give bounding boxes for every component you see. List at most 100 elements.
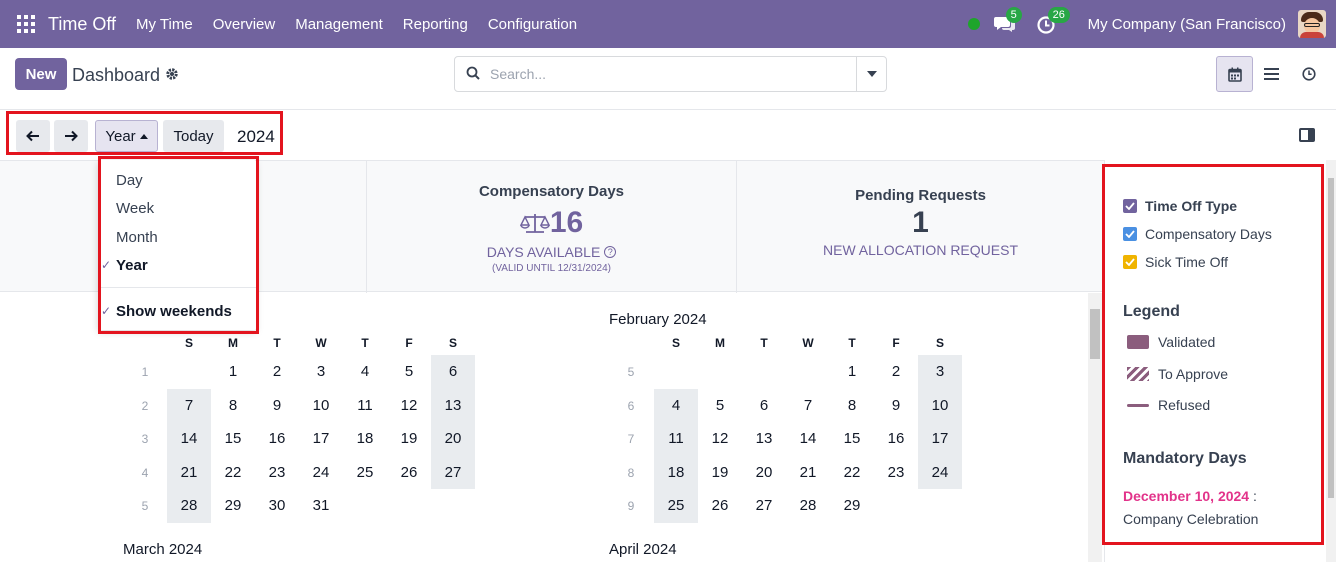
- calendar-view-button[interactable]: [1216, 56, 1253, 92]
- weekday-header: T: [848, 336, 856, 350]
- calendar-day[interactable]: 21: [786, 464, 830, 481]
- help-icon[interactable]: ?: [604, 246, 617, 258]
- menu-my-time[interactable]: My Time: [136, 16, 193, 33]
- calendar-day[interactable]: 23: [255, 464, 299, 481]
- calendar-day[interactable]: 1: [830, 363, 874, 380]
- calendar-day[interactable]: 6: [431, 363, 475, 380]
- activities-count-badge: 26: [1047, 7, 1070, 23]
- calendar-day[interactable]: 10: [299, 397, 343, 414]
- calendar-day[interactable]: 14: [786, 430, 830, 447]
- gear-icon[interactable]: [165, 65, 179, 86]
- calendar-day[interactable]: 3: [299, 363, 343, 380]
- calendar-day[interactable]: 12: [698, 430, 742, 447]
- calendar-day[interactable]: 28: [167, 497, 211, 514]
- menu-configuration[interactable]: Configuration: [488, 16, 577, 33]
- calendar-day[interactable]: 16: [255, 430, 299, 447]
- search-options-toggle[interactable]: [856, 57, 886, 91]
- calendar-day[interactable]: 11: [343, 397, 387, 414]
- calendar-day[interactable]: 30: [255, 497, 299, 514]
- calendar-day[interactable]: 5: [698, 397, 742, 414]
- calendar-day[interactable]: 26: [698, 497, 742, 514]
- new-button[interactable]: New: [15, 58, 67, 90]
- week-number: 5: [141, 499, 149, 513]
- calendar-day[interactable]: 6: [742, 397, 786, 414]
- calendar-day[interactable]: 7: [786, 397, 830, 414]
- list-icon: [1264, 68, 1279, 80]
- calendar-day[interactable]: 11: [654, 430, 698, 447]
- sidebar-scrollbar[interactable]: [1326, 160, 1336, 562]
- calendar-day[interactable]: 26: [387, 464, 431, 481]
- calendar-day[interactable]: 24: [918, 464, 962, 481]
- card-value: 16: [549, 206, 584, 239]
- calendar-day[interactable]: 5: [387, 363, 431, 380]
- control-panel: New Dashboard: [0, 48, 1336, 110]
- card-validity: (VALID UNTIL 12/31/2024): [492, 263, 611, 274]
- week-number: 7: [627, 432, 635, 446]
- pending-requests-card[interactable]: Pending Requests 1 NEW ALLOCATION REQUES…: [736, 161, 1104, 293]
- calendar-day[interactable]: 22: [830, 464, 874, 481]
- calendar-day[interactable]: 17: [299, 430, 343, 447]
- calendar-day[interactable]: 22: [211, 464, 255, 481]
- calendar-day[interactable]: 27: [431, 464, 475, 481]
- calendar-day[interactable]: 9: [874, 397, 918, 414]
- list-view-button[interactable]: [1253, 56, 1290, 92]
- apps-menu-icon[interactable]: [17, 15, 35, 33]
- calendar-day[interactable]: 3: [918, 363, 962, 380]
- messages-count-badge: 5: [1005, 7, 1022, 23]
- company-switcher[interactable]: My Company (San Francisco): [1088, 16, 1286, 33]
- calendar-day[interactable]: 19: [698, 464, 742, 481]
- menu-reporting[interactable]: Reporting: [403, 16, 468, 33]
- month-title: February 2024: [609, 311, 707, 328]
- calendar-day[interactable]: 17: [918, 430, 962, 447]
- calendar-day[interactable]: 29: [830, 497, 874, 514]
- app-name[interactable]: Time Off: [48, 14, 116, 35]
- calendar-day[interactable]: 15: [211, 430, 255, 447]
- calendar-day[interactable]: 4: [343, 363, 387, 380]
- calendar-day[interactable]: 13: [742, 430, 786, 447]
- calendar-day[interactable]: 16: [874, 430, 918, 447]
- calendar-day[interactable]: 24: [299, 464, 343, 481]
- calendar-day[interactable]: 29: [211, 497, 255, 514]
- weekday-header: F: [405, 336, 413, 350]
- menu-overview[interactable]: Overview: [213, 16, 276, 33]
- calendar-day[interactable]: 21: [167, 464, 211, 481]
- calendar-day[interactable]: 28: [786, 497, 830, 514]
- clock-icon: [1301, 67, 1316, 81]
- calendar-day[interactable]: 31: [299, 497, 343, 514]
- calendar-day[interactable]: 4: [654, 397, 698, 414]
- weekday-header: S: [935, 336, 944, 350]
- compensatory-days-card[interactable]: Compensatory Days 16 DAYS AVAILABLE ? (V…: [366, 161, 736, 293]
- calendar-day[interactable]: 20: [742, 464, 786, 481]
- calendar-day[interactable]: 25: [343, 464, 387, 481]
- calendar-day[interactable]: 19: [387, 430, 431, 447]
- calendar-day[interactable]: 13: [431, 397, 475, 414]
- calendar-day[interactable]: 9: [255, 397, 299, 414]
- calendar-day[interactable]: 8: [830, 397, 874, 414]
- calendar-day[interactable]: 25: [654, 497, 698, 514]
- calendar-day[interactable]: 2: [874, 363, 918, 380]
- calendar-day[interactable]: 12: [387, 397, 431, 414]
- calendar-day[interactable]: 8: [211, 397, 255, 414]
- calendar-day[interactable]: 7: [167, 397, 211, 414]
- messages-button[interactable]: 5: [993, 7, 1022, 35]
- search-input[interactable]: [490, 66, 850, 82]
- side-panel-toggle-icon[interactable]: [1299, 128, 1315, 142]
- user-avatar[interactable]: [1298, 10, 1326, 38]
- calendar-day[interactable]: 15: [830, 430, 874, 447]
- menu-management[interactable]: Management: [295, 16, 383, 33]
- calendar-day[interactable]: 23: [874, 464, 918, 481]
- calendar-day[interactable]: 14: [167, 430, 211, 447]
- activity-view-button[interactable]: [1290, 56, 1327, 92]
- calendar-day[interactable]: 10: [918, 397, 962, 414]
- calendar-scrollbar[interactable]: [1088, 293, 1102, 562]
- calendar-day[interactable]: 20: [431, 430, 475, 447]
- calendar-day[interactable]: 18: [343, 430, 387, 447]
- calendar-day[interactable]: 27: [742, 497, 786, 514]
- highlight-box: [6, 111, 283, 155]
- weekday-header: S: [448, 336, 457, 350]
- calendar-day[interactable]: 1: [211, 363, 255, 380]
- top-navbar: Time Off My Time Overview Management Rep…: [0, 0, 1336, 48]
- calendar-day[interactable]: 18: [654, 464, 698, 481]
- calendar-day[interactable]: 2: [255, 363, 299, 380]
- activities-button[interactable]: 26: [1036, 7, 1070, 35]
